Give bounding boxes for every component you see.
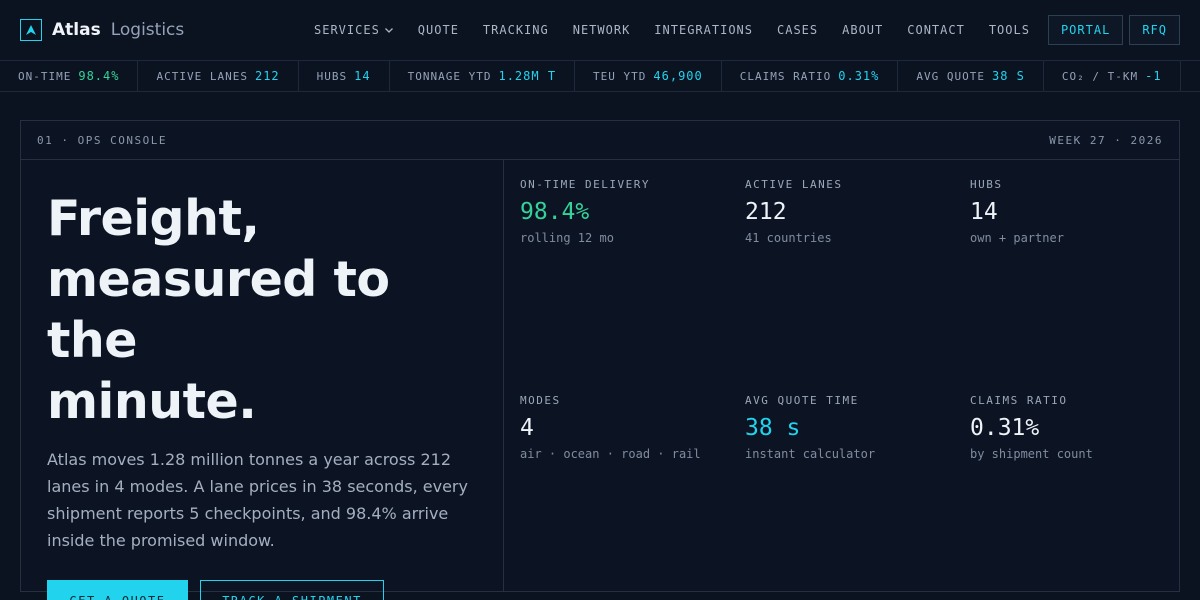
metric-label: ON-TIME DELIVERY [520, 178, 650, 191]
nav-item-label: SERVICES [314, 23, 380, 37]
ticker-item: ACTIVE LANES 212 [138, 61, 299, 91]
stats-ticker: ON-TIME 98.4% ACTIVE LANES 212 HUBS 14 TONN… [0, 60, 1200, 92]
metric-value: 14 [970, 199, 998, 225]
metric-label: AVG QUOTE TIME [745, 394, 859, 407]
atlas-logo-icon [20, 19, 42, 41]
top-nav: Atlas Logistics SERVICES QUOTE TRACKING … [0, 0, 1200, 60]
metric-claims-ratio: CLAIMS RATIO 0.31% by shipment count [970, 394, 1195, 461]
ticker-item: CLAIMS RATIO 0.31% [722, 61, 899, 91]
metric-label: ACTIVE LANES [745, 178, 843, 191]
metric-value: 98.4% [520, 199, 590, 225]
main-menu: SERVICES QUOTE TRACKING NETWORK INTEGRAT… [314, 15, 1180, 45]
metric-value: 0.31% [970, 415, 1040, 441]
metric-sub: rolling 12 mo [520, 231, 614, 245]
console-week-label: WEEK 27 · 2026 [1049, 133, 1163, 147]
metric-label: HUBS [970, 178, 1003, 191]
ticker-item: ON-TIME 98.4% [0, 61, 139, 91]
hero-headline: Freight, measured to the minute. [47, 188, 477, 432]
brand-name: Atlas [52, 20, 101, 40]
hero-headline-line: measured to the [47, 251, 390, 369]
metrics-grid: ON-TIME DELIVERY 98.4% rolling 12 mo ACT… [504, 160, 1179, 591]
get-a-quote-button[interactable]: GET A QUOTE [47, 580, 188, 600]
nav-item-tracking[interactable]: TRACKING [483, 23, 549, 37]
metric-on-time-delivery: ON-TIME DELIVERY 98.4% rolling 12 mo [520, 178, 745, 245]
ops-console: 01 · OPS CONSOLE WEEK 27 · 2026 Freight,… [20, 120, 1180, 600]
cta-row: GET A QUOTE TRACK A SHIPMENT [47, 580, 477, 600]
metric-modes: MODES 4 air · ocean · road · rail [520, 394, 745, 461]
nav-item-network[interactable]: NETWORK [573, 23, 631, 37]
rfq-button[interactable]: RFQ [1129, 15, 1180, 45]
nav-item-contact[interactable]: CONTACT [907, 23, 965, 37]
nav-item-about[interactable]: ABOUT [842, 23, 883, 37]
metric-avg-quote-time: AVG QUOTE TIME 38 s instant calculator [745, 394, 970, 461]
metric-sub: by shipment count [970, 447, 1093, 461]
metric-hubs: HUBS 14 own + partner [970, 178, 1195, 245]
hero-panel: Freight, measured to the minute. Atlas m… [21, 160, 504, 600]
nav-item-integrations[interactable]: INTEGRATIONS [654, 23, 753, 37]
ticker-item: HUBS 14 [299, 61, 390, 91]
brand-sub: Logistics [110, 20, 185, 40]
metric-sub: 41 countries [745, 231, 832, 245]
ticker-item: TEU YTD 46,900 [575, 61, 722, 91]
ticker-item: AVG QUOTE 38 S [898, 61, 1044, 91]
chevron-down-icon [384, 25, 394, 35]
brand[interactable]: Atlas Logistics [20, 19, 184, 41]
metric-label: CLAIMS RATIO [970, 394, 1068, 407]
ticker-item: CO₂ / T-KM -1 [1044, 61, 1181, 91]
nav-item-quote[interactable]: QUOTE [418, 23, 459, 37]
metric-value: 38 s [745, 415, 801, 441]
metric-active-lanes: ACTIVE LANES 212 41 countries [745, 178, 970, 245]
metric-sub: own + partner [970, 231, 1064, 245]
hero-headline-line: minute. [47, 373, 257, 430]
ticker-item: TONNAGE YTD 1.28M T [390, 61, 576, 91]
nav-item-tools[interactable]: TOOLS [989, 23, 1030, 37]
nav-item-services[interactable]: SERVICES [314, 23, 394, 37]
portal-button[interactable]: PORTAL [1047, 15, 1124, 45]
hero-headline-line: Freight, [47, 190, 260, 247]
track-shipment-button[interactable]: TRACK A SHIPMENT [200, 580, 384, 600]
metric-value: 212 [745, 199, 787, 225]
hero-body: Atlas moves 1.28 million tonnes a year a… [47, 450, 468, 550]
console-section-label: 01 · OPS CONSOLE [37, 133, 167, 147]
metric-label: MODES [520, 394, 561, 407]
metric-sub: air · ocean · road · rail [520, 447, 701, 461]
nav-item-cases[interactable]: CASES [777, 23, 818, 37]
console-header: 01 · OPS CONSOLE WEEK 27 · 2026 [21, 121, 1179, 160]
metric-value: 4 [520, 415, 534, 441]
metric-sub: instant calculator [745, 447, 876, 461]
